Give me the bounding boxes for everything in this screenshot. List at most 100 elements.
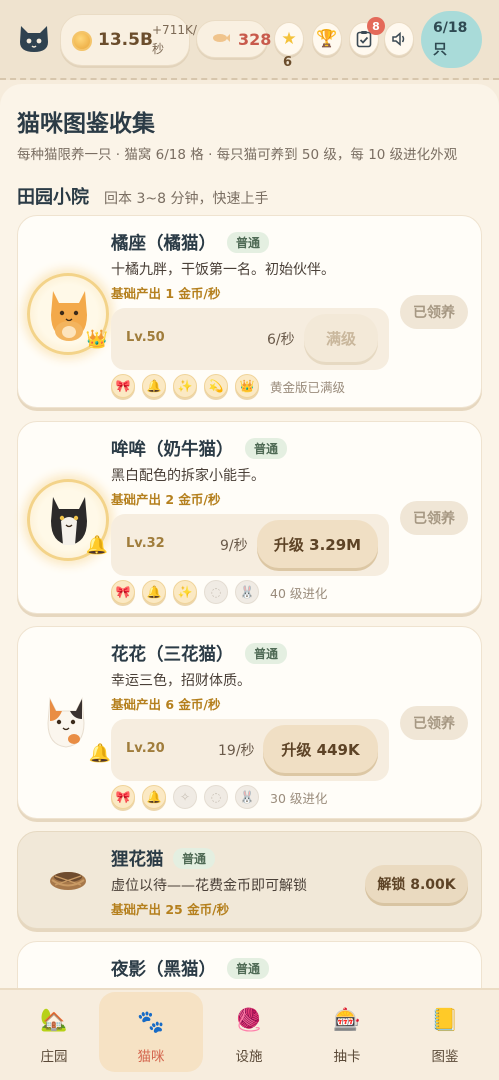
upgrade-button[interactable]: 升级 449K (263, 725, 378, 773)
section-title: 田园小院 (17, 187, 89, 208)
trophy-icon: 🏆 (316, 29, 338, 49)
sparkle-icon: ✨ (173, 374, 197, 398)
unlock-button[interactable]: 解锁 8.00K (365, 865, 468, 903)
nav-item-manor[interactable]: 🏡 庄园 (2, 990, 106, 1080)
page-subtitle: 每种猫限养一只 · 猫窝 6/18 格 · 每只猫可养到 50 级，每 10 级… (17, 147, 458, 163)
fish-balance: 328 (196, 20, 272, 58)
cat-card-calico: 🔔 花花（三花猫） 普通 幸运三色，招财体质。 基础产出 6 金币/秒 Lv.2… (17, 626, 482, 819)
nav-item-facilities[interactable]: 🧶 设施 (197, 990, 301, 1080)
cat-portrait: 🔔 (27, 684, 111, 766)
ribbon-icon: 🎀 (111, 580, 135, 604)
evolution-track: 🎀 🔔 ✨ ◌ 🐰 40 级进化 (111, 579, 327, 605)
nav-item-collection[interactable]: 📒 图鉴 (393, 990, 497, 1080)
tasks-badge: 8 (367, 17, 385, 35)
nav-label: 图鉴 (431, 1049, 459, 1065)
cat-name: 橘座（橘猫） (111, 234, 216, 254)
upgrade-button[interactable]: 满级 (304, 314, 378, 362)
cat-name: 哞哞（奶牛猫） (111, 440, 234, 460)
cattery-capacity[interactable]: 6/18 只 (421, 11, 482, 68)
cat-description: 黑白配色的拆家小能手。 (111, 468, 265, 484)
cat-description: 十橘九胖，干饭第一名。初始伙伴。 (111, 262, 335, 278)
base-production: 基础产出 6 金币/秒 (111, 697, 221, 712)
coin-amount: 13.5B (98, 30, 153, 50)
bottom-nav: 🏡 庄园 🐾 猫咪 🧶 设施 🎰 抽卡 📒 图鉴 (0, 988, 499, 1080)
adopted-button[interactable]: 已领养 (400, 501, 468, 535)
cat-portrait: 👑 (27, 273, 109, 355)
level-label: Lv.20 (126, 741, 165, 756)
coin-balance: 13.5B +711K/秒 (60, 14, 197, 66)
nav-label: 抽卡 (333, 1049, 361, 1065)
cat-name: 夜影（黑猫） (111, 960, 216, 980)
production-rate: 19/秒 (218, 743, 255, 759)
speaker-icon (392, 31, 405, 47)
section-subtitle: 回本 3~8 分钟，快速上手 (104, 191, 269, 207)
nav-label: 设施 (235, 1049, 263, 1065)
capsule-machine-icon: 🎰 (333, 1008, 361, 1033)
cat-description: 虚位以待——花费金币即可解锁 (111, 878, 307, 894)
base-production: 基础产出 25 金币/秒 (111, 902, 230, 917)
collection-panel: 猫咪图鉴收集 每种猫限养一只 · 猫窝 6/18 格 · 每只猫可养到 50 级… (0, 84, 499, 988)
cat-portrait: 🔔 (27, 479, 109, 561)
production-rate: 6/秒 (267, 332, 295, 348)
page-title: 猫咪图鉴收集 (17, 111, 155, 137)
base-production: 基础产出 1 金币/秒 (111, 286, 221, 301)
level-label: Lv.50 (126, 330, 165, 345)
bell-icon: 🔔 (142, 785, 166, 809)
nav-label: 庄园 (40, 1049, 68, 1065)
calico-cat-icon (47, 697, 85, 748)
star-button[interactable]: ★ (274, 22, 304, 56)
bell-icon: 🔔 (142, 374, 166, 398)
star-icon: ◌ (204, 785, 228, 809)
nest-icon (50, 872, 86, 890)
sound-toggle[interactable] (384, 22, 414, 56)
star-icon: ★ (281, 29, 297, 49)
cat-name: 狸花猫 (111, 850, 164, 870)
cat-name: 花花（三花猫） (111, 645, 234, 665)
base-production: 基础产出 2 金币/秒 (111, 492, 221, 507)
production-rate: 9/秒 (220, 538, 248, 554)
yarn-icon: 🧶 (235, 1008, 263, 1033)
cat-logo-icon[interactable] (18, 24, 50, 54)
sparkle-icon: ✧ (173, 785, 197, 809)
coin-rate: +711K/秒 (152, 23, 197, 56)
coin-icon (72, 31, 92, 51)
house-icon: 🏡 (40, 1008, 68, 1033)
fish-amount: 328 (238, 30, 272, 49)
rarity-tag: 普通 (227, 232, 270, 253)
paw-icon: 🐾 (137, 1010, 165, 1035)
rarity-tag: 普通 (245, 643, 288, 664)
book-icon: 📒 (431, 1008, 459, 1033)
rarity-tag: 普通 (227, 958, 270, 979)
nav-item-cats[interactable]: 🐾 猫咪 (99, 992, 203, 1072)
nav-item-gacha[interactable]: 🎰 抽卡 (295, 990, 399, 1080)
bell-icon: 🔔 (88, 743, 111, 764)
level-box: Lv.32 9/秒 升级 3.29M (111, 514, 389, 576)
top-bar: 13.5B +711K/秒 328 ★ 6 🏆 8 6/18 只 (0, 0, 499, 80)
evolution-note: 黄金版已满级 (270, 379, 346, 395)
level-label: Lv.32 (126, 536, 165, 551)
star-count: 6 (283, 55, 293, 70)
cat-card-tuxedo: 🔔 哞哞（奶牛猫） 普通 黑白配色的拆家小能手。 基础产出 2 金币/秒 Lv.… (17, 421, 482, 614)
adopted-button[interactable]: 已领养 (400, 706, 468, 740)
evolution-note: 40 级进化 (270, 585, 328, 601)
adopted-button[interactable]: 已领养 (400, 295, 468, 329)
ribbon-icon: 🎀 (111, 374, 135, 398)
evolution-note: 30 级进化 (270, 790, 328, 806)
star-icon: ◌ (204, 580, 228, 604)
evolution-track: 🎀 🔔 ✧ ◌ 🐰 30 级进化 (111, 784, 327, 810)
upgrade-button[interactable]: 升级 3.29M (257, 520, 378, 568)
bunny-icon: 🐰 (235, 580, 259, 604)
trophy-button[interactable]: 🏆 (312, 22, 342, 56)
cat-description: 幸运三色，招财体质。 (111, 673, 251, 689)
level-box: Lv.50 6/秒 满级 (111, 308, 389, 370)
bunny-icon: 🐰 (235, 785, 259, 809)
ribbon-icon: 🎀 (111, 785, 135, 809)
crown-icon: 👑 (85, 329, 108, 350)
evolution-track: 🎀 🔔 ✨ 💫 👑 黄金版已满级 (111, 373, 345, 399)
rarity-tag: 普通 (245, 438, 288, 459)
fish-icon (213, 34, 230, 42)
cat-card-tabby-locked: 狸花猫 普通 虚位以待——花费金币即可解锁 基础产出 25 金币/秒 解锁 8.… (17, 831, 482, 929)
cat-card-black: 夜影（黑猫） 普通 (17, 941, 482, 988)
cat-card-orange: 👑 橘座（橘猫） 普通 十橘九胖，干饭第一名。初始伙伴。 基础产出 1 金币/秒… (17, 215, 482, 408)
crown-icon: 👑 (235, 374, 259, 398)
